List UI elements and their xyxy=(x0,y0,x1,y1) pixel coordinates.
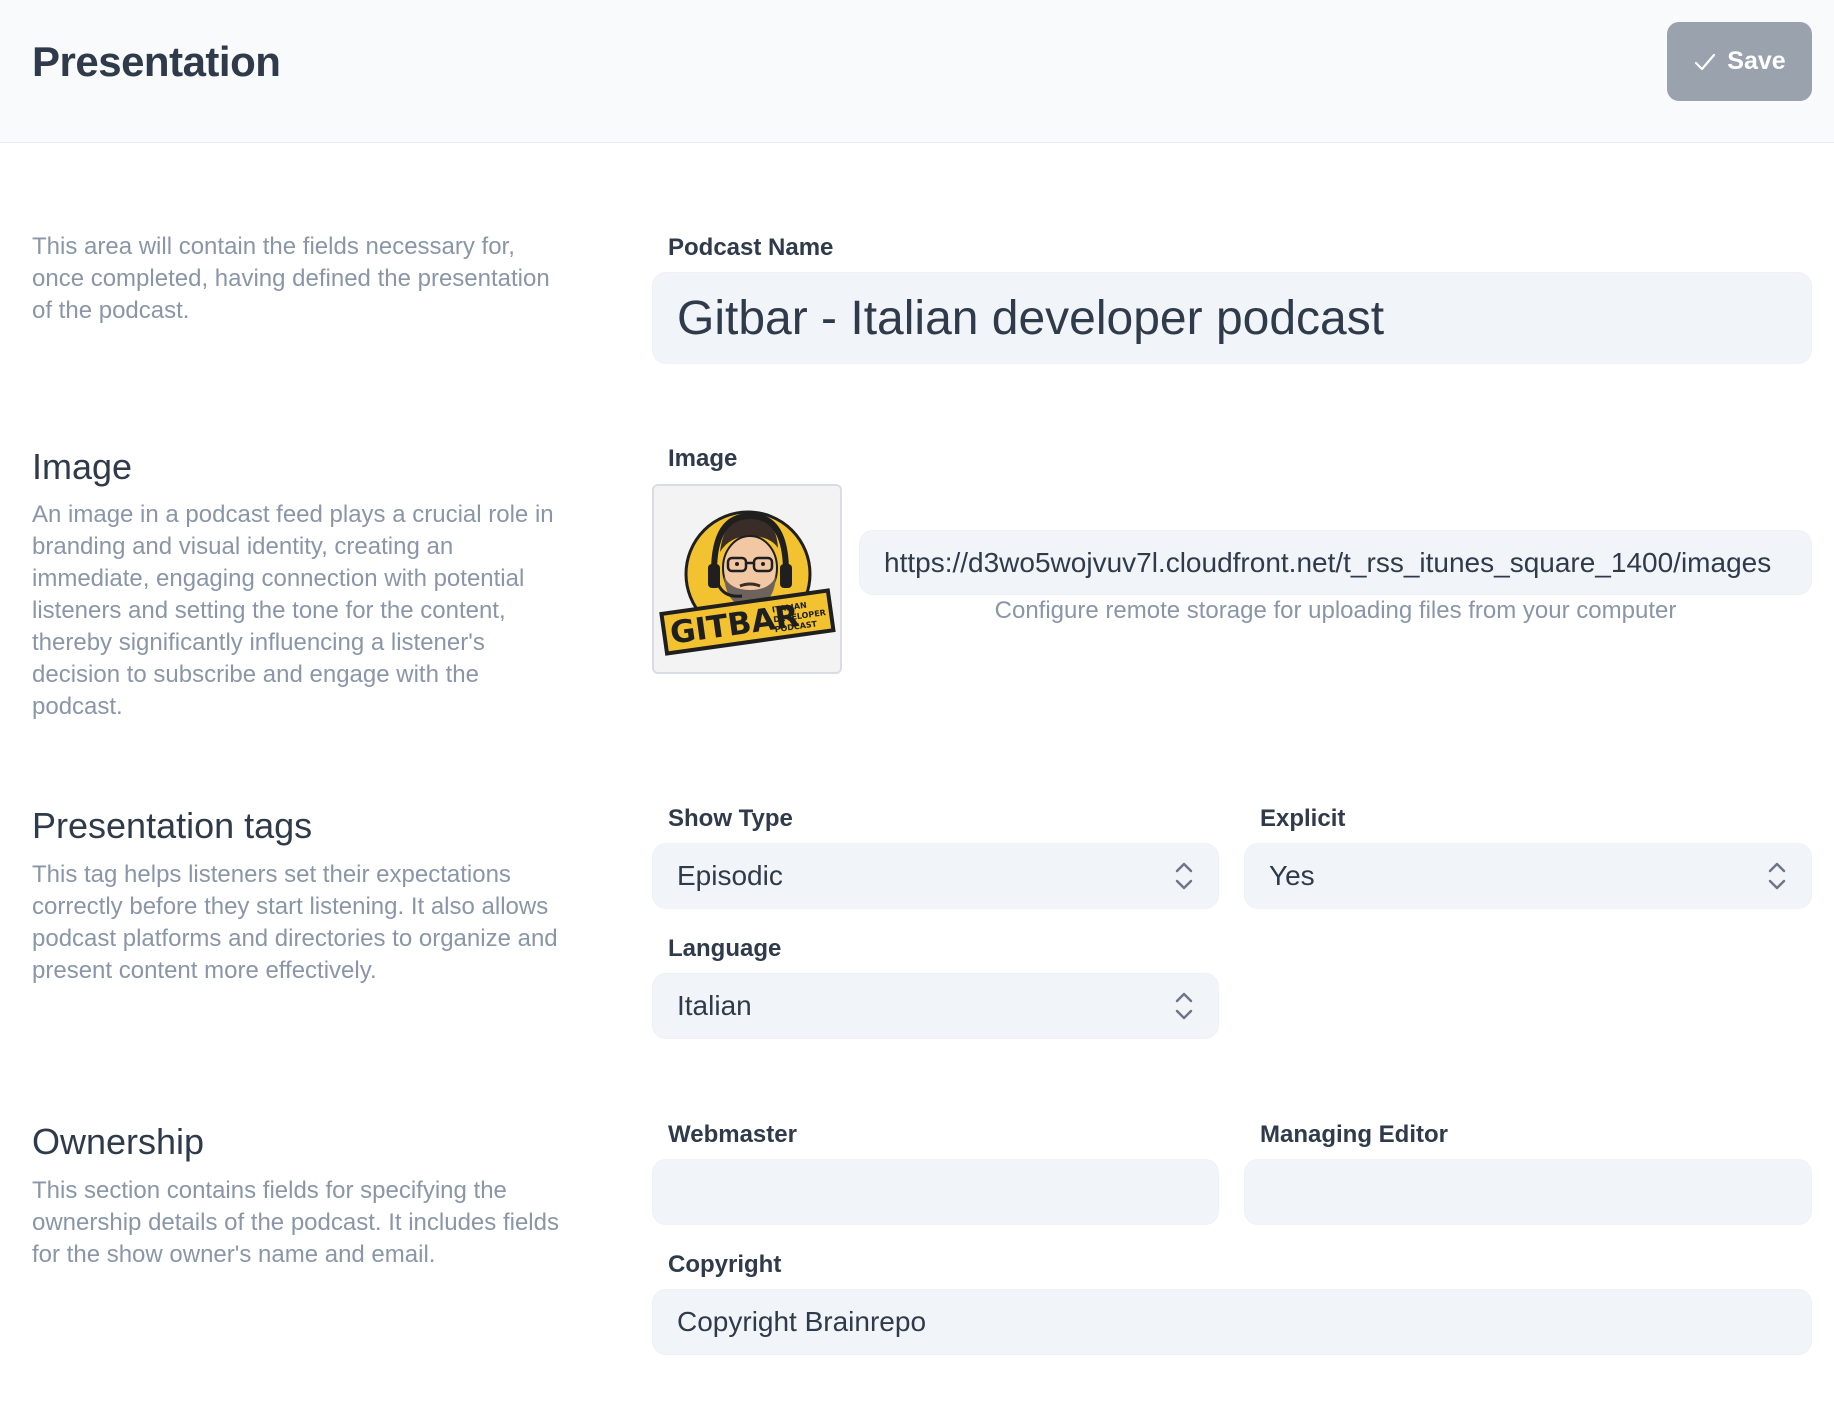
image-label: Image xyxy=(668,445,738,472)
explicit-value: Yes xyxy=(1269,860,1315,891)
check-icon xyxy=(1695,53,1716,70)
show-type-select[interactable]: Episodic xyxy=(652,843,1219,909)
language-select[interactable]: Italian xyxy=(652,973,1219,1039)
ownership-section-heading: Ownership xyxy=(32,1121,205,1162)
language-value: Italian xyxy=(677,990,752,1021)
image-section-description: An image in a podcast feed plays a cruci… xyxy=(32,501,554,720)
image-url-field xyxy=(859,530,1812,595)
explicit-label: Explicit xyxy=(1260,805,1346,832)
show-type-value: Episodic xyxy=(677,860,783,891)
copyright-input[interactable] xyxy=(653,1290,1811,1354)
explicit-select[interactable]: Yes xyxy=(1244,843,1812,909)
webmaster-field xyxy=(652,1159,1219,1225)
webmaster-input[interactable] xyxy=(653,1160,1218,1224)
image-section-heading: Image xyxy=(32,446,133,487)
managing-editor-label: Managing Editor xyxy=(1260,1121,1448,1148)
image-url-input[interactable] xyxy=(860,531,1811,594)
image-helper-text: Configure remote storage for uploading f… xyxy=(994,597,1677,624)
tags-section-description: This tag helps listeners set their expec… xyxy=(32,861,558,984)
copyright-label: Copyright xyxy=(668,1251,782,1278)
tags-section-heading: Presentation tags xyxy=(32,805,313,846)
page-header: Presentation Save xyxy=(0,0,1834,143)
podcast-name-field xyxy=(652,272,1812,364)
chevron-up-down-icon xyxy=(1175,992,1193,1020)
chevron-up-down-icon xyxy=(1175,862,1193,890)
webmaster-label: Webmaster xyxy=(668,1121,797,1148)
podcast-image-preview[interactable]: GITBAR ITALIAN DEVELOPER PODCAST xyxy=(652,484,842,674)
save-button[interactable]: Save xyxy=(1667,22,1812,101)
ownership-section-description: This section contains fields for specify… xyxy=(32,1177,559,1268)
language-label: Language xyxy=(668,935,782,962)
gitbar-logo-image: GITBAR ITALIAN DEVELOPER PODCAST xyxy=(659,510,836,656)
chevron-up-down-icon xyxy=(1768,862,1786,890)
intro-description: This area will contain the fields necess… xyxy=(32,233,550,324)
show-type-label: Show Type xyxy=(668,805,793,832)
podcast-name-input[interactable] xyxy=(653,273,1811,363)
managing-editor-field xyxy=(1244,1159,1812,1225)
page-title: Presentation xyxy=(32,38,281,85)
podcast-name-label: Podcast Name xyxy=(668,234,834,261)
managing-editor-input[interactable] xyxy=(1245,1160,1811,1224)
save-button-label: Save xyxy=(1727,47,1786,75)
copyright-field xyxy=(652,1289,1812,1355)
